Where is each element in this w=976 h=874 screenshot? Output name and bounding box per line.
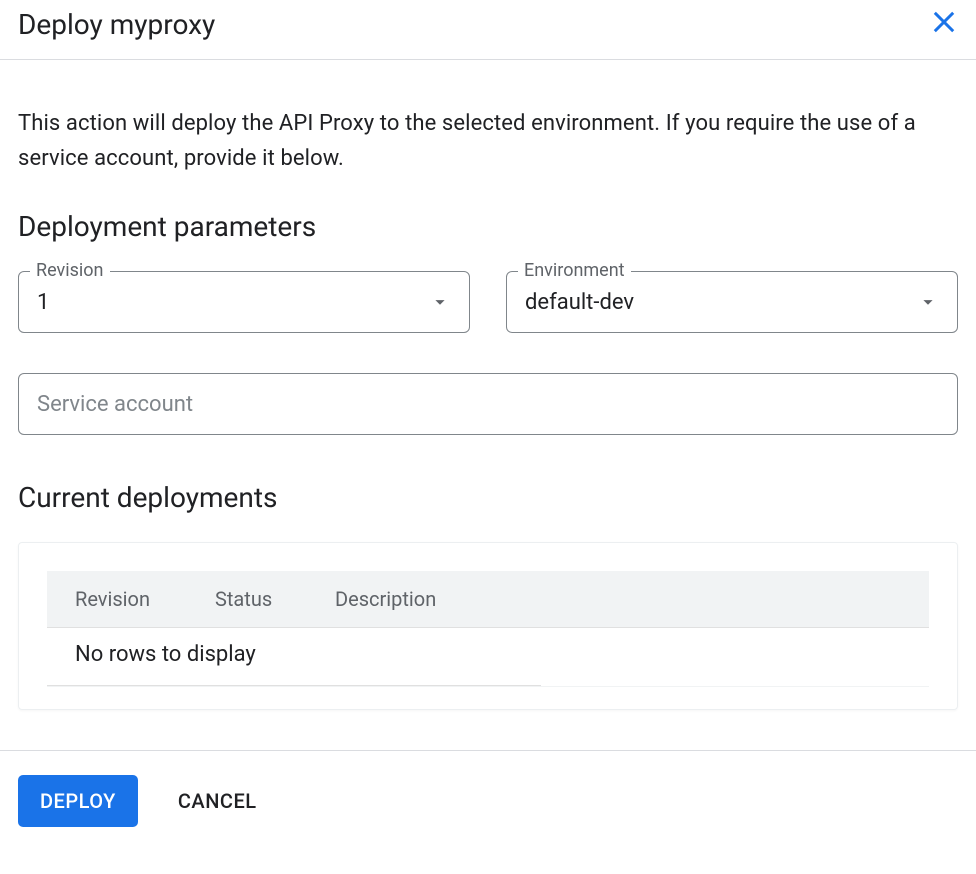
revision-field-wrapper: Revision 1 bbox=[18, 271, 470, 333]
deployments-table-card: Revision Status Description No rows to d… bbox=[18, 542, 958, 710]
table-header-row: Revision Status Description bbox=[47, 571, 929, 628]
environment-value: default-dev bbox=[525, 290, 634, 315]
environment-field-wrapper: Environment default-dev bbox=[506, 271, 958, 333]
dialog-footer: DEPLOY CANCEL bbox=[0, 750, 976, 851]
parameters-heading: Deployment parameters bbox=[18, 210, 958, 243]
service-account-wrapper bbox=[18, 373, 958, 435]
environment-label: Environment bbox=[518, 260, 631, 281]
caret-down-icon bbox=[917, 291, 939, 313]
revision-value: 1 bbox=[37, 290, 49, 315]
deploy-button[interactable]: DEPLOY bbox=[18, 775, 138, 827]
service-account-input[interactable] bbox=[18, 373, 958, 435]
empty-message: No rows to display bbox=[75, 642, 256, 667]
dialog-title: Deploy myproxy bbox=[18, 8, 215, 41]
caret-down-icon bbox=[429, 291, 451, 313]
cancel-button[interactable]: CANCEL bbox=[178, 775, 257, 827]
th-revision: Revision bbox=[75, 587, 215, 611]
th-description: Description bbox=[335, 587, 901, 611]
th-status: Status bbox=[215, 587, 335, 611]
dialog-header: Deploy myproxy bbox=[0, 0, 976, 60]
dialog-content: This action will deploy the API Proxy to… bbox=[0, 106, 976, 710]
deployments-heading: Current deployments bbox=[18, 481, 958, 514]
close-icon[interactable] bbox=[930, 8, 958, 36]
table-body: No rows to display bbox=[47, 628, 929, 687]
description-text: This action will deploy the API Proxy to… bbox=[18, 106, 958, 176]
revision-label: Revision bbox=[30, 260, 110, 281]
parameters-row: Revision 1 Environment default-dev bbox=[18, 271, 958, 333]
